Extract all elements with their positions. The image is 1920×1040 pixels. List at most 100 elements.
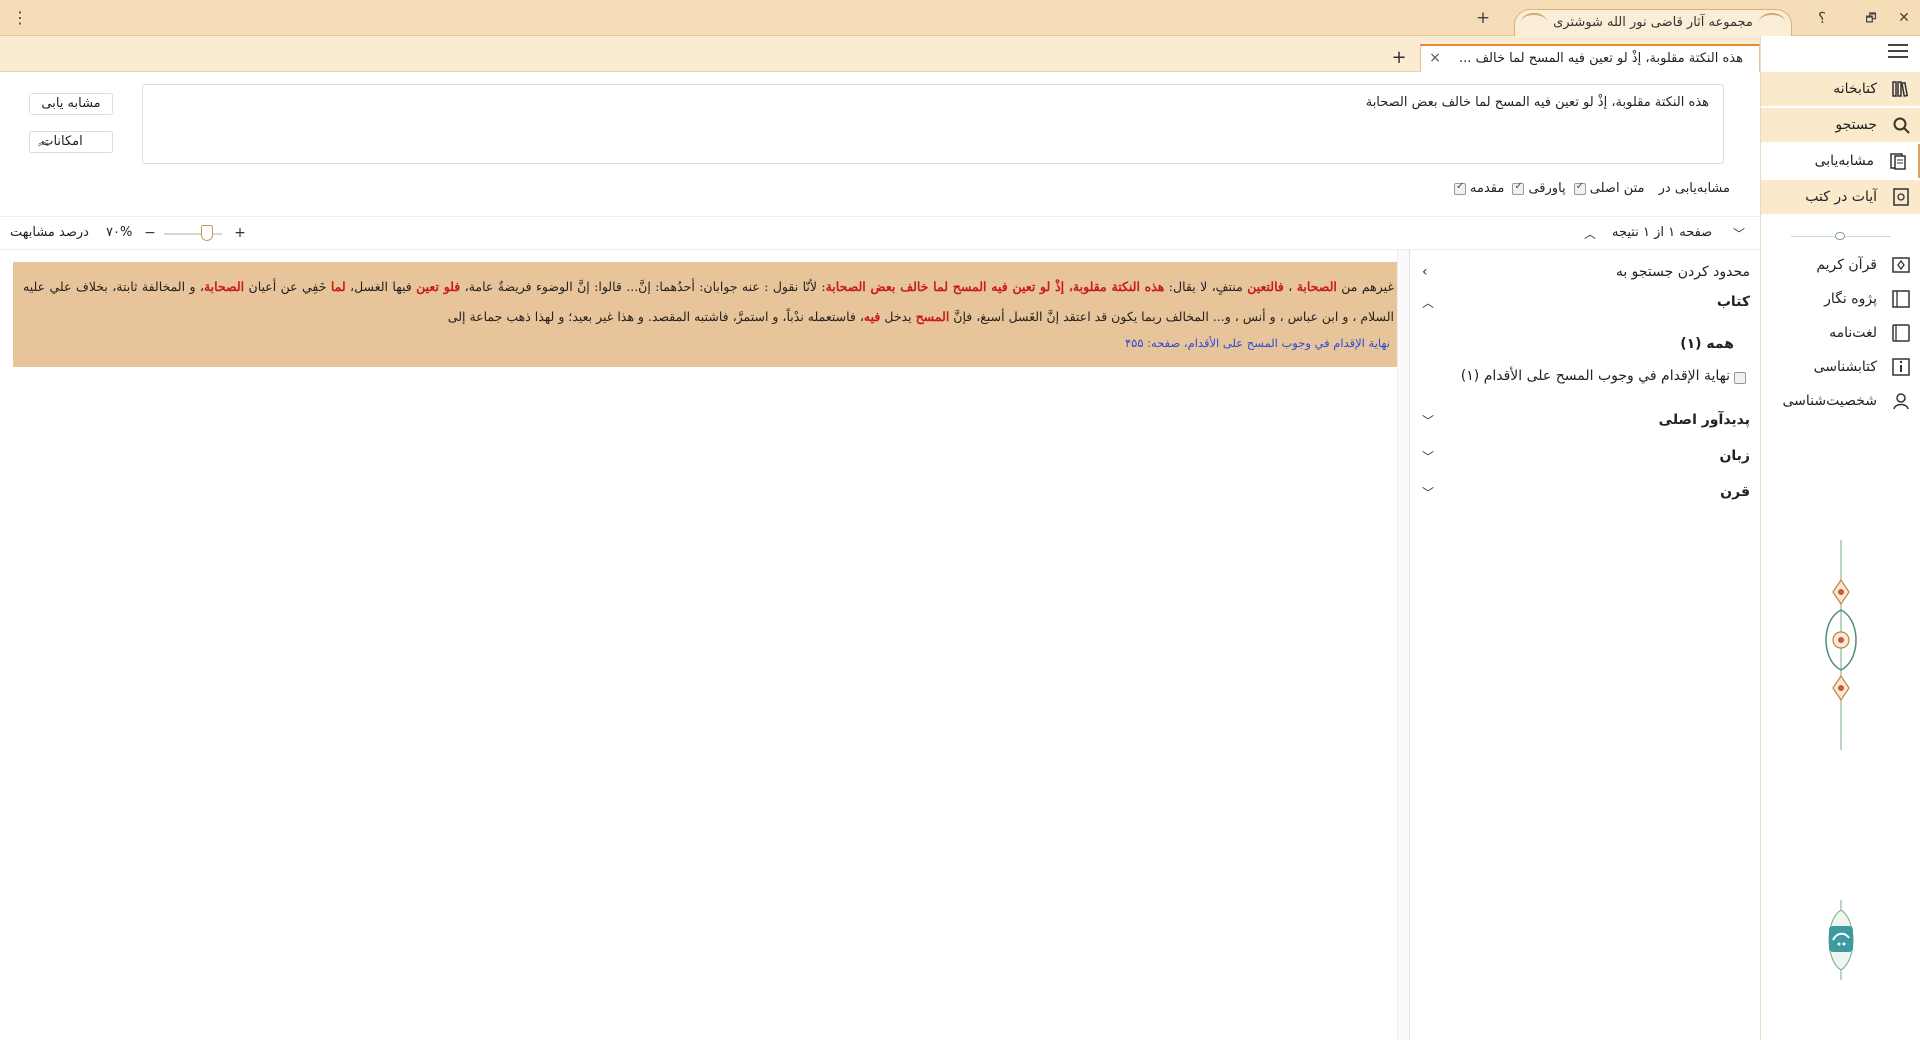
chevron-down-icon: ﹀ — [1422, 486, 1435, 500]
double-chevron-up-icon: ︽ — [38, 135, 49, 148]
increase-similarity-button[interactable]: + — [233, 225, 247, 241]
scope-option-label: متن اصلی — [1589, 181, 1645, 196]
result-source-link[interactable]: نهایة الإقدام في وجوب المسح علی الأقدام،… — [1125, 336, 1390, 350]
quran-icon — [1892, 257, 1910, 273]
sidebar-item-similar-find[interactable]: مشابه‌یابی — [1761, 144, 1920, 178]
checkbox[interactable] — [1512, 181, 1525, 195]
result-text: غیرهم من — [1336, 279, 1394, 294]
sidebar-item-biography[interactable]: شخصیت‌شناسی — [1761, 384, 1920, 418]
search-query-input[interactable]: هذه النکتة مقلوبة، إذْ لو تعین فیه المسح… — [142, 84, 1724, 164]
restore-window-button[interactable]: 🗗 — [1862, 8, 1880, 28]
search-query-text: هذه النکتة مقلوبة، إذْ لو تعین فیه المسح… — [1365, 95, 1709, 110]
sidebar-item-bibliography[interactable]: کتابشناسی — [1761, 350, 1920, 384]
verses-in-books-icon — [1893, 188, 1909, 206]
chevron-up-icon: ︿ — [1422, 296, 1435, 310]
filter-group-label: زبان — [1719, 448, 1750, 464]
filter-all-label: همه (۱) — [1680, 336, 1734, 352]
filter-group-book[interactable]: کتاب ︿ — [1410, 292, 1760, 316]
filter-book-all[interactable]: همه (۱) — [1410, 334, 1760, 358]
sidebar-item-search[interactable]: جستجو — [1761, 108, 1920, 142]
sidebar-item-notebook[interactable]: پژوه نگار — [1761, 282, 1920, 316]
highlighted-match: فالتعین — [1247, 279, 1284, 294]
chevron-right-icon[interactable]: › — [1422, 264, 1428, 280]
add-tab-button[interactable]: + — [1390, 48, 1408, 68]
result-text: فیها الغسل، — [345, 279, 417, 294]
sidebar: کتابخانه جستجو مشابه‌یابی آیات در کتب قر… — [1760, 36, 1920, 1040]
chevron-down-icon: ﹀ — [1422, 414, 1435, 428]
scope-option-footnote[interactable]: پاورقی — [1508, 181, 1566, 196]
similarity-value: ۷۰% — [106, 225, 133, 240]
scope-option-introduction[interactable]: مقدمه — [1450, 181, 1504, 196]
sidebar-item-label: آیات در کتب — [1805, 189, 1877, 205]
results-scrollbar[interactable] — [1397, 250, 1409, 1040]
scope-option-main-text[interactable]: متن اصلی — [1570, 181, 1645, 196]
sidebar-item-label: کتابشناسی — [1813, 359, 1877, 375]
sidebar-item-label: شخصیت‌شناسی — [1782, 393, 1878, 409]
decrease-similarity-button[interactable]: − — [143, 225, 157, 241]
result-text: : لأنّا نقول : عنه جوابان: أحدُهما: إنَّ… — [460, 279, 826, 294]
dictionary-icon — [1892, 324, 1910, 342]
chevron-down-icon: ﹀ — [1422, 450, 1435, 464]
checkbox[interactable] — [1734, 372, 1746, 384]
scope-option-label: پاورقی — [1528, 181, 1566, 196]
sidebar-item-label: لغت‌نامه — [1829, 325, 1877, 341]
decorative-ornament-icon — [1825, 540, 1857, 750]
filter-group-century[interactable]: قرن ﹀ — [1410, 482, 1760, 506]
filter-book-item[interactable]: نهایة الإقدام في وجوب المسح علی الأقدام … — [1410, 366, 1760, 390]
highlighted-match: هذه النکتة مقلوبة، إذْ لو تعین فیه المسح… — [825, 279, 1165, 294]
find-similar-button[interactable]: مشابه یابی — [29, 93, 113, 115]
filter-panel: محدود کردن جستجو به › کتاب ︿ همه (۱) نها… — [1409, 250, 1760, 1040]
search-scope-options: مشابه‌یابی در متن اصلی پاورقی مقدمه — [1430, 181, 1730, 201]
results-toolbar: درصد مشابهت ۷۰% − + ︿ صفحه ۱ از ۱ نتیجه … — [0, 216, 1760, 250]
sidebar-item-label: پژوه نگار — [1824, 291, 1877, 307]
similarity-slider-handle[interactable] — [201, 225, 213, 241]
checkbox[interactable] — [1573, 181, 1586, 195]
result-text: منتفٍ، لا یقال: — [1164, 279, 1248, 294]
highlighted-match: فلو تعین — [416, 279, 461, 294]
collapse-filter-button[interactable]: ﹀ — [1730, 226, 1748, 242]
sidebar-item-dictionary[interactable]: لغت‌نامه — [1761, 316, 1920, 350]
title-bar: ⋮ + مجموعه آثار قاضی نور الله شوشتری ✕ 🗗… — [0, 0, 1920, 36]
previous-result-button[interactable]: ︿ — [1581, 226, 1599, 242]
result-text: یدخل — [880, 309, 916, 324]
result-text: ، — [1283, 279, 1297, 294]
result-text: ، فاستعمله ندْباً، و استمرَّ، فاشتبه الم… — [447, 309, 864, 324]
ornament-left-icon — [1521, 13, 1547, 31]
notebook-icon — [1892, 290, 1910, 308]
checkbox[interactable] — [1454, 181, 1467, 195]
sidebar-item-library[interactable]: کتابخانه — [1761, 72, 1920, 106]
filter-group-language[interactable]: زبان ﹀ — [1410, 446, 1760, 470]
sidebar-item-label: جستجو — [1835, 117, 1877, 133]
sidebar-item-label: کتابخانه — [1833, 81, 1877, 97]
result-item[interactable]: غیرهم من الصحابة ، فالتعین منتفٍ، لا یقا… — [13, 262, 1400, 367]
close-window-button[interactable]: ✕ — [1896, 8, 1912, 28]
document-tab-bar: + هذه النکتة مقلوبة، إذْ لو تعین فیه الم… — [0, 36, 1760, 72]
options-toggle-button[interactable]: امکانات ︽ — [29, 131, 113, 153]
ornament-right-icon — [1759, 13, 1785, 31]
close-tab-icon[interactable]: × — [1428, 50, 1442, 66]
tab-label: هذه النکتة مقلوبة، إذْ لو تعین فیه المسح… — [1459, 51, 1743, 66]
bibliography-icon — [1892, 358, 1910, 376]
sidebar-item-verses-in-books[interactable]: آیات در کتب — [1761, 180, 1920, 214]
filter-group-label: پدیدآور اصلی — [1658, 412, 1750, 428]
menu-icon[interactable] — [1888, 44, 1908, 60]
similar-find-icon — [1890, 153, 1906, 170]
help-button[interactable]: ؟ — [1814, 8, 1830, 28]
search-icon — [1893, 117, 1910, 134]
biography-icon — [1893, 393, 1909, 410]
new-window-button[interactable]: + — [1474, 8, 1492, 28]
window-title: مجموعه آثار قاضی نور الله شوشتری — [1553, 15, 1753, 30]
highlighted-match: الصحابة — [203, 279, 245, 294]
more-options-icon[interactable]: ⋮ — [12, 8, 28, 28]
app-logo-icon — [1828, 900, 1854, 980]
filter-title-label: محدود کردن جستجو به — [1615, 264, 1750, 280]
sidebar-item-quran[interactable]: قرآن کریم — [1761, 248, 1920, 282]
highlighted-match: الصحابة — [1296, 279, 1337, 294]
scope-label: مشابه‌یابی در — [1658, 181, 1730, 196]
page-info: صفحه ۱ از ۱ نتیجه — [1612, 225, 1713, 240]
filter-group-author[interactable]: پدیدآور اصلی ﹀ — [1410, 410, 1760, 434]
filter-title[interactable]: محدود کردن جستجو به › — [1410, 262, 1760, 286]
similarity-slider-track[interactable] — [164, 233, 222, 235]
tab-similar-search[interactable]: هذه النکتة مقلوبة، إذْ لو تعین فیه المسح… — [1420, 44, 1760, 72]
highlighted-match: لما — [330, 279, 346, 294]
